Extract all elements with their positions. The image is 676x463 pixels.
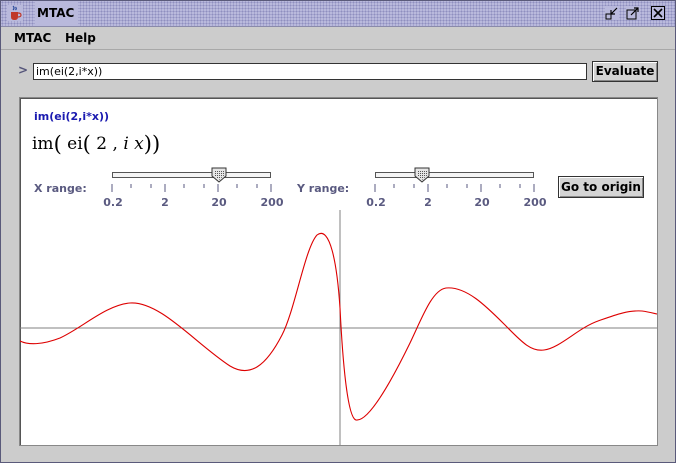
function-curve — [20, 232, 657, 421]
y-range-thumb[interactable] — [414, 167, 430, 183]
math-outer-func: im — [32, 134, 54, 154]
minimize-button[interactable] — [605, 6, 619, 20]
math-rendering: im( ei( 2 , i x)) — [32, 132, 161, 156]
math-arg-x: x — [134, 134, 144, 154]
input-prompt: > — [18, 63, 29, 77]
minimize-icon — [605, 7, 618, 20]
maximize-button[interactable] — [626, 6, 640, 20]
menu-bar: MTAC Help — [1, 27, 675, 50]
math-inner-func: ei — [67, 134, 83, 154]
y-tick-label: 0.2 — [366, 196, 386, 209]
close-icon — [651, 6, 665, 20]
x-tick-label: 0.2 — [103, 196, 123, 209]
x-range-label: X range: — [34, 182, 87, 195]
math-arg-i: i — [123, 134, 129, 154]
maximize-icon — [626, 7, 639, 20]
y-range-track[interactable] — [375, 172, 534, 178]
math-separator: , — [112, 134, 118, 154]
title-bar[interactable]: MTAC — [1, 1, 675, 27]
x-tick-label: 2 — [161, 196, 169, 209]
y-tick-label: 2 — [424, 196, 432, 209]
x-range-thumb[interactable] — [211, 167, 227, 183]
y-tick-label: 200 — [523, 196, 547, 209]
plot-panel: im(ei(2,i*x)) im( ei( 2 , i x)) X range: — [19, 97, 658, 446]
x-tick-label: 200 — [260, 196, 284, 209]
java-cup-icon — [7, 5, 23, 21]
y-range-ticks — [374, 184, 535, 192]
menu-mtac[interactable]: MTAC — [14, 27, 51, 49]
math-arg-1: 2 — [96, 134, 108, 154]
menu-help[interactable]: Help — [65, 27, 96, 49]
y-range-label: Y range: — [297, 182, 350, 195]
x-range-ticks — [111, 184, 272, 192]
expression-input[interactable] — [33, 63, 587, 80]
window-title: MTAC — [35, 1, 79, 26]
y-tick-label: 20 — [474, 196, 490, 209]
expression-title: im(ei(2,i*x)) — [34, 110, 110, 123]
go-to-origin-button[interactable]: Go to origin — [558, 176, 644, 198]
x-tick-label: 20 — [211, 196, 227, 209]
x-range-track[interactable] — [112, 172, 271, 178]
app-window: MTAC MTAC Help > Evaluate — [0, 0, 676, 463]
evaluate-button[interactable]: Evaluate — [592, 61, 658, 82]
close-button[interactable] — [651, 6, 665, 20]
